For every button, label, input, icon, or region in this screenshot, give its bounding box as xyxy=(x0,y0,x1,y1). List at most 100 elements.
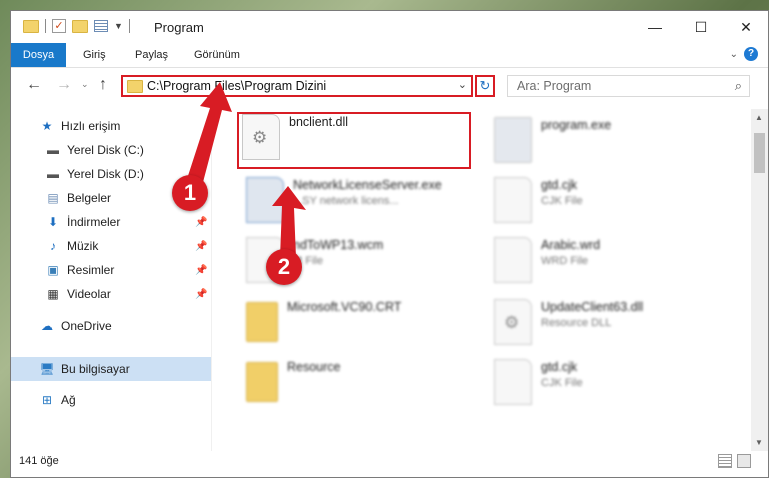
network-icon: ⊞ xyxy=(41,393,53,407)
pin-icon[interactable]: 📌 xyxy=(195,145,207,156)
file-item[interactable]: gtd.cjk CJK File xyxy=(494,359,583,405)
separator xyxy=(45,19,46,33)
navigation-pane: ★ Hızlı erişim ▬ Yerel Disk (C:) 📌 ▬ Yer… xyxy=(11,109,211,451)
file-item[interactable]: UpdateClient63.dll Resource DLL xyxy=(494,299,643,345)
file-item[interactable]: gtd.cjk CJK File xyxy=(494,177,583,223)
search-input[interactable]: Ara: Program ⌕ xyxy=(507,75,750,97)
pin-icon[interactable]: 📌 xyxy=(195,289,207,300)
file-item[interactable]: Arabic.wrd WRD File xyxy=(494,237,600,283)
file-name: UpdateClient63.dll xyxy=(541,300,644,314)
step-badge-1: 1 xyxy=(172,175,208,211)
forward-arrow-icon[interactable]: → xyxy=(56,76,72,94)
file-name: gtd.cjk xyxy=(541,178,578,192)
sidebar-item-onedrive[interactable]: ☁ OneDrive xyxy=(11,315,211,337)
scroll-thumb[interactable] xyxy=(754,133,765,173)
file-name: Microsoft.VC90.CRT xyxy=(287,300,402,314)
pin-icon[interactable]: 📌 xyxy=(195,241,207,252)
computer-icon: 🖥 xyxy=(39,362,55,376)
sidebar-item-network[interactable]: ⊞ Ağ xyxy=(11,389,211,411)
video-icon: ▦ xyxy=(47,287,59,301)
pin-icon[interactable]: 📌 xyxy=(195,265,207,276)
scroll-down-icon[interactable]: ▼ xyxy=(755,438,763,447)
sidebar-item-this-pc[interactable]: 🖥 Bu bilgisayar xyxy=(11,357,211,381)
close-button[interactable]: ✕ xyxy=(723,11,769,43)
search-placeholder: Ara: Program xyxy=(517,79,592,93)
music-icon: ♪ xyxy=(50,239,56,253)
file-type: WRD File xyxy=(541,255,589,267)
address-bar[interactable]: C:\Program Files\Program Dizini ⌄ xyxy=(121,75,473,97)
details-view-icon[interactable] xyxy=(718,454,732,468)
tab-view[interactable]: Görünüm xyxy=(194,43,240,67)
scroll-up-icon[interactable]: ▲ xyxy=(755,113,763,122)
status-bar: 141 öğe xyxy=(11,451,768,477)
tab-home[interactable]: Giriş xyxy=(83,43,106,67)
file-name: Resource xyxy=(287,360,341,374)
file-item[interactable]: program.exe xyxy=(494,117,611,163)
exe-file-icon xyxy=(246,177,284,223)
sidebar-item-label: Müzik xyxy=(67,239,99,253)
file-icon xyxy=(494,237,532,283)
dll-file-icon xyxy=(494,299,532,345)
file-item[interactable]: Resource xyxy=(246,359,341,402)
sidebar-item-quick-access[interactable]: ★ Hızlı erişim xyxy=(11,115,211,137)
explorer-window: ✓ ▼ Program — ☐ ✕ Dosya Giriş Paylaş Gör… xyxy=(10,10,769,478)
sidebar-item-label: Bu bilgisayar xyxy=(61,362,130,376)
refresh-icon[interactable]: ↻ xyxy=(475,75,495,97)
folder-icon xyxy=(246,362,278,402)
sidebar-item-label: Belgeler xyxy=(67,191,112,205)
up-arrow-icon[interactable]: ↑ xyxy=(99,76,107,94)
quick-access-toolbar: ✓ ▼ xyxy=(23,19,130,33)
sidebar-item-label: OneDrive xyxy=(61,319,112,333)
properties-icon[interactable] xyxy=(94,20,108,32)
star-icon: ★ xyxy=(41,119,53,133)
pin-icon[interactable]: 📌 xyxy=(195,217,207,228)
help-icon[interactable]: ? xyxy=(744,47,758,61)
file-name: Arabic.wrd xyxy=(541,238,601,252)
address-path[interactable]: C:\Program Files\Program Dizini xyxy=(147,79,326,93)
window-title: Program xyxy=(154,20,204,35)
ribbon-tabs: Dosya Giriş Paylaş Görünüm ⌄ ? xyxy=(11,43,768,68)
sidebar-item-label: Yerel Disk (D:) xyxy=(67,167,144,181)
sidebar-item-pictures[interactable]: ▣ Resimler 📌 xyxy=(11,259,211,281)
file-type: CJK File xyxy=(541,377,583,389)
back-arrow-icon[interactable]: ← xyxy=(26,76,42,94)
sidebar-item-downloads[interactable]: ⬇ İndirmeler 📌 xyxy=(11,211,211,233)
file-name: gtd.cjk xyxy=(541,360,578,374)
sidebar-item-label: Resimler xyxy=(67,263,115,277)
download-icon: ⬇ xyxy=(47,215,59,229)
chevron-down-icon[interactable]: ⌄ xyxy=(458,78,467,91)
vertical-scrollbar[interactable]: ▲ ▼ xyxy=(751,109,768,451)
sidebar-item-label: Videolar xyxy=(67,287,111,301)
sidebar-item-videos[interactable]: ▦ Videolar 📌 xyxy=(11,283,211,305)
customize-dropdown-icon[interactable]: ▼ xyxy=(114,21,123,31)
folder-icon xyxy=(127,80,143,93)
navigation-bar: ← → ⌄ ↑ C:\Program Files\Program Dizini … xyxy=(11,68,768,108)
title-bar: ✓ ▼ Program — ☐ ✕ xyxy=(11,11,768,43)
item-count: 141 öğe xyxy=(19,455,59,467)
search-icon[interactable]: ⌕ xyxy=(735,78,742,94)
sidebar-item-disk-c[interactable]: ▬ Yerel Disk (C:) 📌 xyxy=(11,139,211,161)
file-item[interactable]: Microsoft.VC90.CRT xyxy=(246,299,401,342)
file-item[interactable]: NetworkLicenseServer.exe ...SY network l… xyxy=(246,177,442,223)
sidebar-item-label: Ağ xyxy=(61,393,76,407)
properties-check-icon[interactable]: ✓ xyxy=(52,19,66,33)
sidebar-item-label: Hızlı erişim xyxy=(61,119,121,133)
file-type: CJK File xyxy=(541,195,583,207)
file-name: NetworkLicenseServer.exe xyxy=(293,178,442,192)
separator xyxy=(128,19,130,33)
tab-file[interactable]: Dosya xyxy=(11,43,66,67)
exe-file-icon xyxy=(494,117,532,163)
file-type: M File xyxy=(293,255,323,267)
minimize-button[interactable]: — xyxy=(632,11,678,43)
drive-icon: ▬ xyxy=(47,167,59,181)
large-icons-view-icon[interactable] xyxy=(737,454,751,468)
expand-ribbon-icon[interactable]: ⌄ xyxy=(730,49,738,60)
folder-icon xyxy=(23,19,39,33)
sidebar-item-music[interactable]: ♪ Müzik 📌 xyxy=(11,235,211,257)
recent-locations-icon[interactable]: ⌄ xyxy=(81,79,89,90)
new-folder-icon[interactable] xyxy=(72,19,88,33)
file-name: ndToWP13.wcm xyxy=(293,238,384,252)
file-type: ...SY network licens... xyxy=(293,195,399,207)
tab-share[interactable]: Paylaş xyxy=(135,43,168,67)
maximize-button[interactable]: ☐ xyxy=(678,11,724,43)
